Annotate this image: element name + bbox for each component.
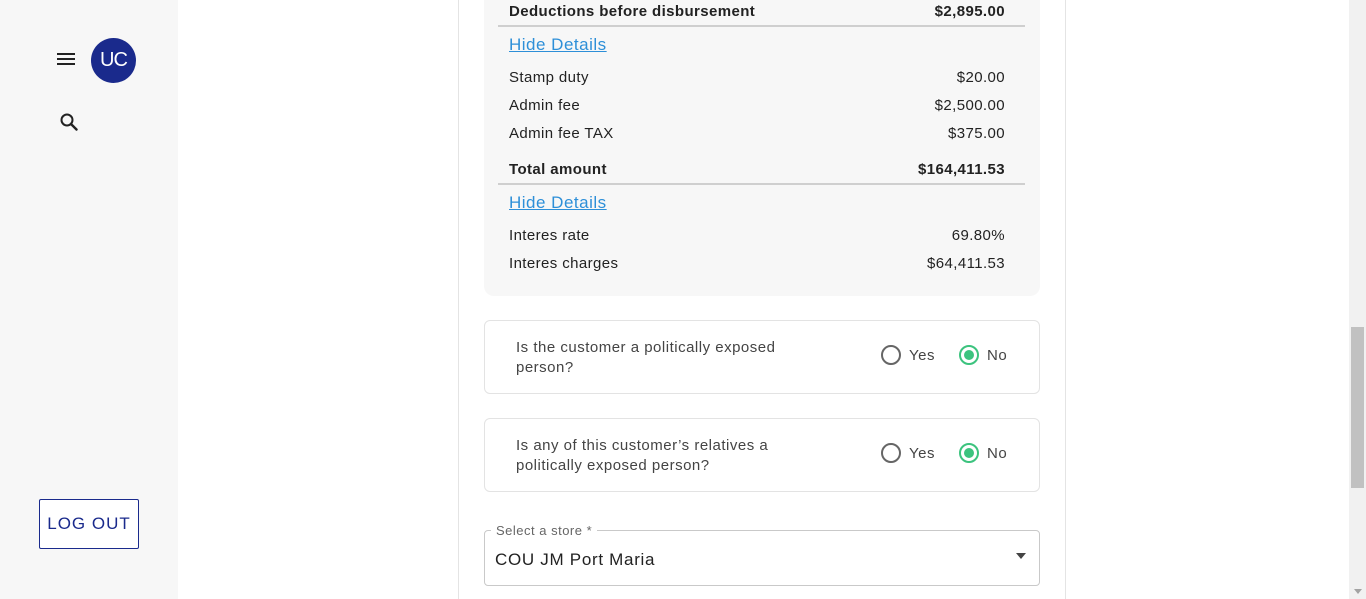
- dropdown-arrow-icon[interactable]: [1016, 553, 1026, 559]
- hamburger-menu-icon[interactable]: [56, 50, 76, 68]
- interest-charges-value: $64,411.53: [927, 255, 1005, 272]
- radio-label: Yes: [909, 346, 935, 364]
- radio-label: No: [987, 444, 1008, 462]
- stamp-duty-value: $20.00: [956, 69, 1005, 86]
- deductions-row: Deductions before disbursement $2,895.00: [509, 3, 1005, 20]
- store-select[interactable]: Select a store * COU JM Port Maria: [484, 523, 1040, 586]
- total-amount-label: Total amount: [509, 161, 607, 178]
- sidebar: UC LOG OUT: [0, 0, 178, 599]
- radio-yes[interactable]: Yes: [881, 443, 935, 463]
- radio-yes[interactable]: Yes: [881, 345, 935, 365]
- interest-charges-row: Interes charges $64,411.53: [509, 255, 1005, 272]
- interest-rate-label: Interes rate: [509, 227, 590, 244]
- total-amount-row: Total amount $164,411.53: [509, 161, 1005, 178]
- divider: [498, 183, 1025, 185]
- pep-question-card: Is the customer a politically exposed pe…: [484, 320, 1040, 394]
- interest-charges-label: Interes charges: [509, 255, 619, 272]
- admin-fee-tax-row: Admin fee TAX $375.00: [509, 125, 1005, 142]
- radio-label: Yes: [909, 444, 935, 462]
- admin-fee-tax-value: $375.00: [947, 125, 1005, 142]
- avatar[interactable]: UC: [91, 38, 136, 83]
- stamp-duty-label: Stamp duty: [509, 69, 589, 86]
- hide-details-link[interactable]: Hide Details: [509, 35, 607, 55]
- radio-circle[interactable]: [881, 443, 901, 463]
- admin-fee-row: Admin fee $2,500.00: [509, 97, 1005, 114]
- question-text: Is the customer a politically exposed pe…: [516, 339, 776, 376]
- radio-label: No: [987, 346, 1008, 364]
- scroll-down-arrow-icon[interactable]: [1354, 589, 1362, 594]
- hide-details-link[interactable]: Hide Details: [509, 193, 607, 213]
- interest-rate-row: Interes rate 69.80%: [509, 227, 1005, 244]
- store-select-label: Select a store *: [491, 523, 598, 538]
- interest-rate-value: 69.80%: [951, 227, 1005, 244]
- radio-circle[interactable]: [959, 443, 979, 463]
- deductions-value: $2,895.00: [934, 3, 1005, 20]
- deductions-label: Deductions before disbursement: [509, 3, 756, 20]
- question-text: Is any of this customer’s relatives a po…: [516, 437, 769, 474]
- scrollbar-thumb[interactable]: [1351, 327, 1364, 488]
- admin-fee-label: Admin fee: [509, 97, 581, 114]
- radio-no[interactable]: No: [959, 345, 1007, 365]
- admin-fee-value: $2,500.00: [934, 97, 1005, 114]
- radio-circle[interactable]: [881, 345, 901, 365]
- total-amount-value: $164,411.53: [918, 161, 1005, 178]
- pep-relatives-question-card: Is any of this customer’s relatives a po…: [484, 418, 1040, 492]
- admin-fee-tax-label: Admin fee TAX: [509, 125, 614, 142]
- stamp-duty-row: Stamp duty $20.00: [509, 69, 1005, 86]
- search-icon[interactable]: [59, 112, 79, 132]
- logout-button[interactable]: LOG OUT: [39, 499, 139, 549]
- radio-no[interactable]: No: [959, 443, 1007, 463]
- divider: [498, 25, 1025, 27]
- radio-circle[interactable]: [959, 345, 979, 365]
- vertical-scrollbar[interactable]: [1349, 0, 1366, 599]
- store-select-value: COU JM Port Maria: [495, 550, 656, 569]
